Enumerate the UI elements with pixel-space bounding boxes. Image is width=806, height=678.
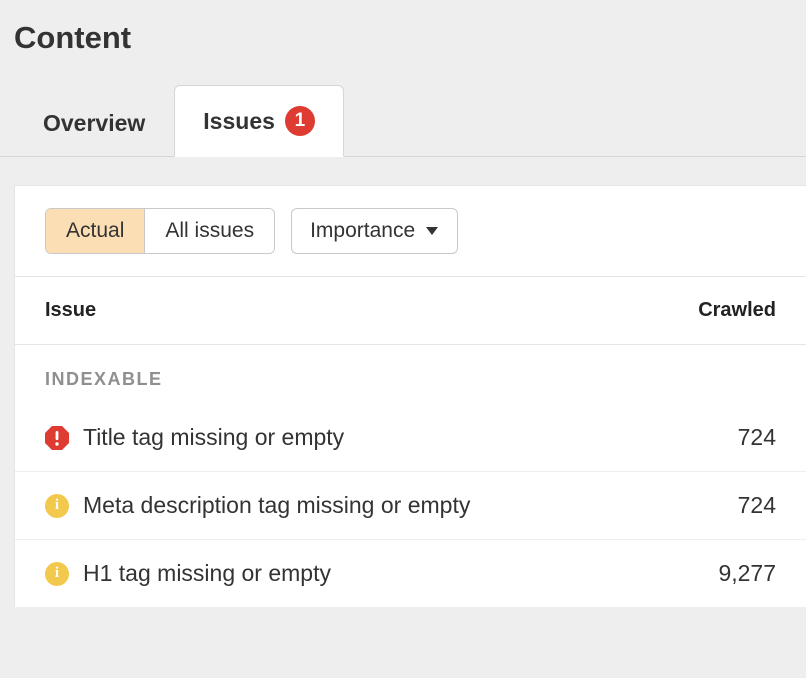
info-icon: i xyxy=(45,494,69,518)
importance-dropdown[interactable]: Importance xyxy=(291,208,458,254)
filter-all-issues-button[interactable]: All issues xyxy=(144,209,274,253)
issue-crawled-count: 724 xyxy=(738,492,776,519)
filter-actual-button[interactable]: Actual xyxy=(46,209,144,253)
issue-row[interactable]: i Meta description tag missing or empty … xyxy=(15,472,806,540)
column-header-crawled[interactable]: Crawled xyxy=(698,299,776,322)
tab-overview-label: Overview xyxy=(43,110,145,137)
tab-issues[interactable]: Issues 1 xyxy=(174,85,344,157)
issue-label: Meta description tag missing or empty xyxy=(83,492,738,519)
filter-segment-group: Actual All issues xyxy=(45,208,275,254)
tab-issues-label: Issues xyxy=(203,108,275,135)
tabs-bar: Overview Issues 1 xyxy=(0,84,806,157)
tab-overview[interactable]: Overview xyxy=(14,89,174,157)
page-title: Content xyxy=(14,20,792,56)
panel-controls: Actual All issues Importance xyxy=(15,186,806,277)
issue-row[interactable]: i H1 tag missing or empty 9,277 xyxy=(15,540,806,607)
issues-count-badge: 1 xyxy=(285,106,315,136)
issue-row[interactable]: Title tag missing or empty 724 xyxy=(15,404,806,472)
info-icon: i xyxy=(45,562,69,586)
issue-crawled-count: 724 xyxy=(738,424,776,451)
column-header-issue[interactable]: Issue xyxy=(45,299,96,322)
issues-panel: Actual All issues Importance Issue Crawl… xyxy=(14,185,806,607)
caret-down-icon xyxy=(425,226,439,236)
table-header-row: Issue Crawled xyxy=(15,277,806,345)
section-indexable-label: Indexable xyxy=(15,345,806,404)
issue-crawled-count: 9,277 xyxy=(718,560,776,587)
error-icon xyxy=(45,426,69,450)
importance-dropdown-label: Importance xyxy=(310,219,415,243)
issue-label: H1 tag missing or empty xyxy=(83,560,718,587)
issue-label: Title tag missing or empty xyxy=(83,424,738,451)
